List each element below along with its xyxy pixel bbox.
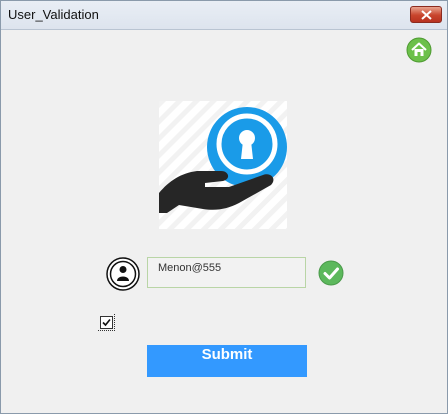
close-button[interactable] bbox=[410, 6, 442, 23]
hand-keyhole-icon bbox=[159, 101, 287, 229]
submit-button[interactable]: Submit bbox=[147, 345, 307, 377]
checkmark-icon bbox=[102, 318, 111, 327]
close-icon bbox=[421, 10, 432, 20]
username-field[interactable]: Menon@555 bbox=[147, 257, 306, 288]
title-bar: User_Validation bbox=[1, 1, 447, 30]
user-icon bbox=[106, 257, 140, 291]
home-icon[interactable] bbox=[406, 37, 432, 63]
window-title: User_Validation bbox=[8, 7, 99, 22]
check-icon bbox=[318, 260, 344, 286]
checkbox[interactable] bbox=[100, 316, 113, 329]
